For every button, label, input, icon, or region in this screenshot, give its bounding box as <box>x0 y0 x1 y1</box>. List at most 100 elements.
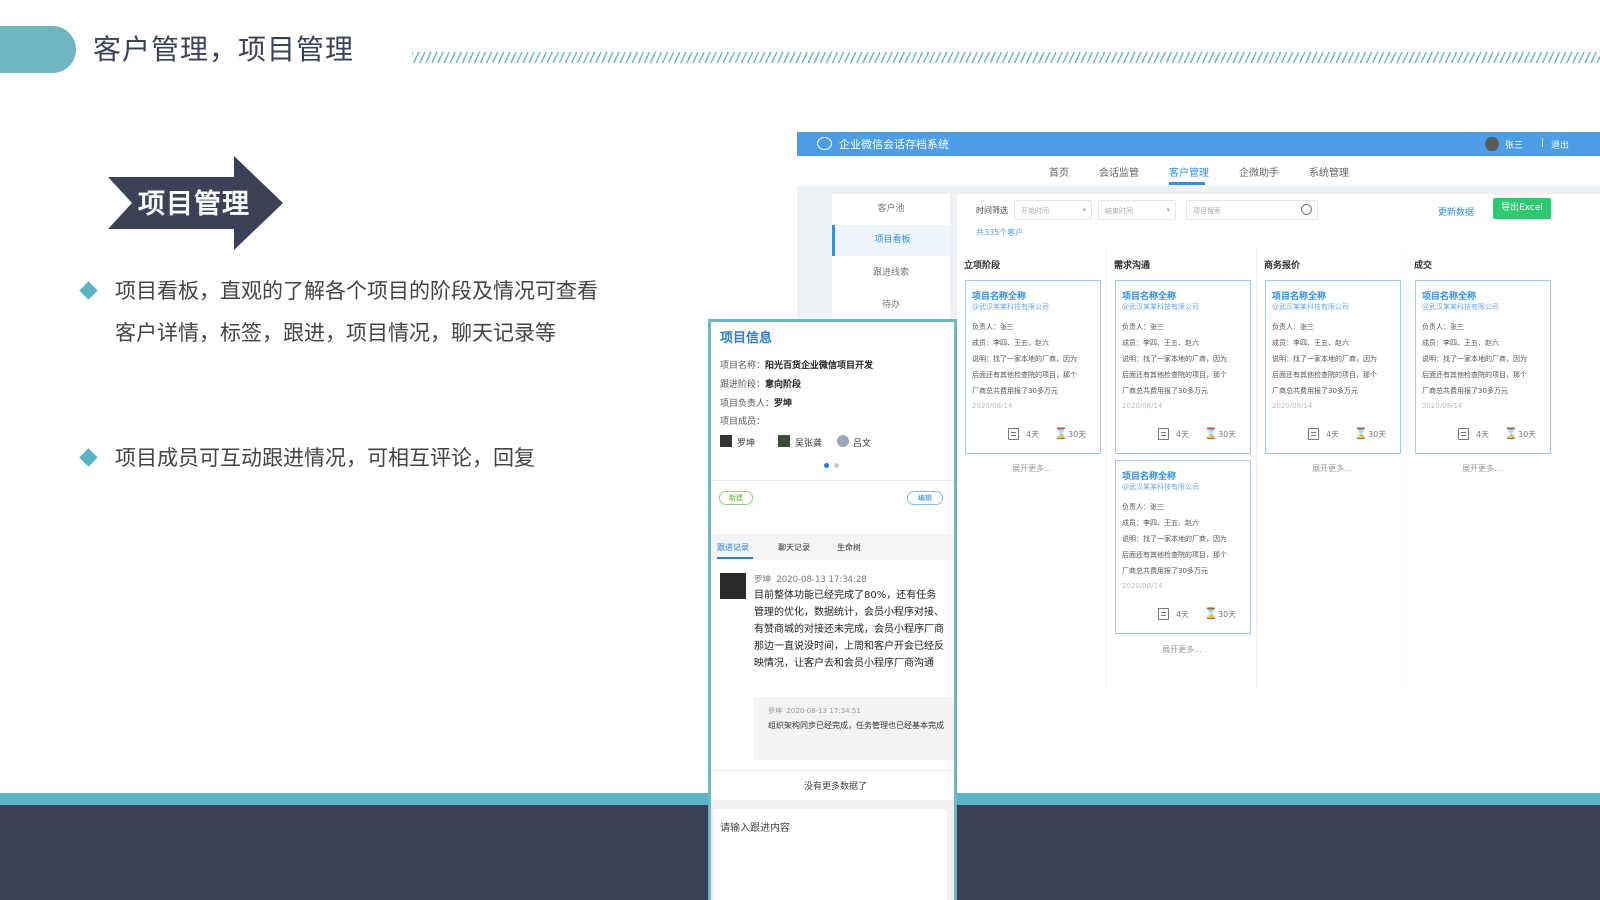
export-excel-button[interactable]: 导出Excel <box>1493 198 1551 219</box>
member-name[interactable]: 吴张龚 <box>795 436 822 449</box>
card-desc-line: 说明：找了一家本地的厂商，因为 <box>1422 355 1527 363</box>
card-owner: 负责人：张三 <box>1272 323 1314 331</box>
no-more-data: 没有更多数据了 <box>803 782 867 792</box>
expand-more-link[interactable]: 展开更多... <box>1107 644 1257 655</box>
avatar[interactable] <box>1485 137 1499 151</box>
search-icon[interactable] <box>1301 204 1312 215</box>
project-card[interactable]: 项目名称全称 @武汉某某科技有限公司 负责人：张三 成员：李四、王五、赵六 说明… <box>1415 280 1551 454</box>
comment-author: 罗坤 <box>754 575 772 585</box>
card-project-name[interactable]: 项目名称全称 <box>972 289 1026 302</box>
carousel-dot-active[interactable] <box>824 463 829 468</box>
project-card[interactable]: 项目名称全称 @武汉某某科技有限公司 负责人：张三 成员：李四、王五、赵六 说明… <box>1115 460 1251 634</box>
card-date: 2020/08/14 <box>972 402 1013 410</box>
board-column: 立项阶段 项目名称全称 @武汉某某科技有限公司 负责人：张三 成员：李四、王五、… <box>957 247 1107 687</box>
member-name[interactable]: 罗坤 <box>737 436 755 449</box>
user-name[interactable]: 张三 <box>1505 138 1523 151</box>
card-project-name[interactable]: 项目名称全称 <box>1272 289 1326 302</box>
project-name-value: 阳光百货企业微信项目开发 <box>765 361 874 371</box>
mobile-project-detail: 项目信息 项目名称：阳光百货企业微信项目开发 跟进阶段：意向阶段 项目负责人：罗… <box>708 319 957 900</box>
main-nav: 首页 会话监管 客户管理 企微助手 系统管理 <box>797 156 1600 186</box>
card-project-name[interactable]: 项目名称全称 <box>1422 289 1476 302</box>
sidebar-item-customer-pool[interactable]: 客户池 <box>832 194 950 225</box>
comment-body: 目前整体功能已经完成了80%，还有任务管理的优化，数据统计，会员小程序对接、有赞… <box>754 590 944 669</box>
card-desc-line: 厂商总共费用报了30多万元 <box>1122 567 1208 575</box>
new-button[interactable]: 新建 <box>719 491 753 505</box>
sidebar-item-todo[interactable]: 待办 <box>832 290 950 321</box>
nav-home[interactable]: 首页 <box>1049 164 1069 179</box>
card-owner: 负责人：张三 <box>1122 503 1164 511</box>
section-arrow-badge: 项目管理 <box>108 156 283 250</box>
project-card[interactable]: 项目名称全称 @武汉某某科技有限公司 负责人：张三 成员：李四、王五、赵六 说明… <box>965 280 1101 454</box>
edit-button[interactable]: 编辑 <box>907 491 943 505</box>
nav-customer-management[interactable]: 客户管理 <box>1169 164 1209 179</box>
card-project-name[interactable]: 项目名称全称 <box>1122 289 1176 302</box>
hourglass-icon: ⌛ <box>1204 607 1218 620</box>
card-company: @武汉某某科技有限公司 <box>1122 483 1199 491</box>
project-name-label: 项目名称： <box>720 361 766 371</box>
reply-body: 组织架构同步已经完成，任务管理也已经基本完成 <box>768 721 944 730</box>
expand-more-link[interactable]: 展开更多... <box>1257 463 1407 474</box>
project-card[interactable]: 项目名称全称 @武汉某某科技有限公司 负责人：张三 成员：李四、王五、赵六 说明… <box>1265 280 1401 454</box>
sidebar-item-project-board[interactable]: 项目看板 <box>832 225 950 256</box>
bullet-item: 项目看板，直观的了解各个项目的阶段及情况可查看客户详情，标签，跟进，项目情况，聊… <box>79 270 600 354</box>
nav-system-management[interactable]: 系统管理 <box>1309 164 1349 179</box>
topbar-separator: | <box>1541 138 1545 148</box>
bullet-text: 项目成员可互动跟进情况，可相互评论，回复 <box>115 446 535 470</box>
tab-life-tree[interactable]: 生命树 <box>837 542 861 553</box>
card-days: 4天 <box>1176 610 1190 619</box>
card-days: 4天 <box>1326 430 1340 439</box>
card-date: 2020/08/14 <box>1122 402 1163 410</box>
hourglass-icon: ⌛ <box>1054 427 1068 440</box>
leader-value: 罗坤 <box>774 399 793 409</box>
members-row: 项目成员： <box>720 414 765 427</box>
end-time-select[interactable]: 结束时间 ▾ <box>1098 200 1176 220</box>
phone-tabs: 跟进记录 聊天记录 生命树 <box>711 534 954 560</box>
header-accent-pill <box>0 26 76 73</box>
slide-title: 客户管理，项目管理 <box>93 33 355 66</box>
column-title: 需求沟通 <box>1114 261 1151 271</box>
start-time-select[interactable]: 开始时间 ▾ <box>1014 200 1092 220</box>
project-card[interactable]: 项目名称全称 @武汉某某科技有限公司 负责人：张三 成员：李四、王五、赵六 说明… <box>1115 280 1251 454</box>
end-time-placeholder: 结束时间 <box>1105 207 1133 215</box>
card-date: 2020/08/14 <box>1272 402 1313 410</box>
sidebar: 客户池 项目看板 跟进线索 待办 <box>832 194 950 324</box>
project-search-input[interactable]: 项目搜索 <box>1186 200 1318 220</box>
logout-link[interactable]: 退出 <box>1551 138 1569 151</box>
card-date: 2020/08/14 <box>1422 402 1463 410</box>
tab-active-indicator <box>717 557 753 559</box>
document-icon <box>1158 608 1169 620</box>
avatar <box>720 435 732 447</box>
time-filter-label: 时间筛选 <box>976 206 1008 215</box>
card-desc-line: 后面还有其他检查院的项目，那个 <box>1272 371 1377 379</box>
card-days: 4天 <box>1476 430 1490 439</box>
document-icon <box>1158 428 1169 440</box>
sidebar-item-follow-leads[interactable]: 跟进线索 <box>832 258 950 289</box>
card-members: 成员：李四、王五、赵六 <box>1122 519 1199 527</box>
reply-meta: 罗坤 2020-08-13 17:34:51 <box>768 706 861 716</box>
project-info-title: 项目信息 <box>720 331 773 346</box>
header-hatch-decoration <box>412 52 1600 63</box>
hourglass-icon: ⌛ <box>1354 427 1368 440</box>
member-name[interactable]: 吕文 <box>853 436 871 449</box>
stage-label: 跟进阶段： <box>720 380 766 390</box>
card-desc-line: 说明：找了一家本地的厂商，因为 <box>1122 535 1227 543</box>
hourglass-icon: ⌛ <box>1204 427 1218 440</box>
avatar <box>778 435 790 447</box>
refresh-data-link[interactable]: 更新数据 <box>1438 205 1474 218</box>
card-company: @武汉某某科技有限公司 <box>1122 303 1199 311</box>
expand-more-link[interactable]: 展开更多... <box>957 463 1107 474</box>
document-icon <box>1308 428 1319 440</box>
nav-session-monitor[interactable]: 会话监管 <box>1099 164 1139 179</box>
tab-follow-records[interactable]: 跟进记录 <box>717 542 749 553</box>
customer-total-count: 共335个客户 <box>976 228 1024 237</box>
tab-chat-records[interactable]: 聊天记录 <box>778 542 810 553</box>
card-desc-line: 厂商总共费用报了30多万元 <box>972 387 1058 395</box>
card-deadline: 30天 <box>1218 610 1237 619</box>
nav-wecom-assistant[interactable]: 企微助手 <box>1239 164 1279 179</box>
expand-more-link[interactable]: 展开更多... <box>1407 463 1557 474</box>
nav-active-indicator <box>1169 182 1205 185</box>
divider <box>711 480 954 481</box>
carousel-dot[interactable] <box>834 463 839 468</box>
card-project-name[interactable]: 项目名称全称 <box>1122 469 1176 482</box>
board-column: 商务报价 项目名称全称 @武汉某某科技有限公司 负责人：张三 成员：李四、王五、… <box>1257 247 1407 687</box>
